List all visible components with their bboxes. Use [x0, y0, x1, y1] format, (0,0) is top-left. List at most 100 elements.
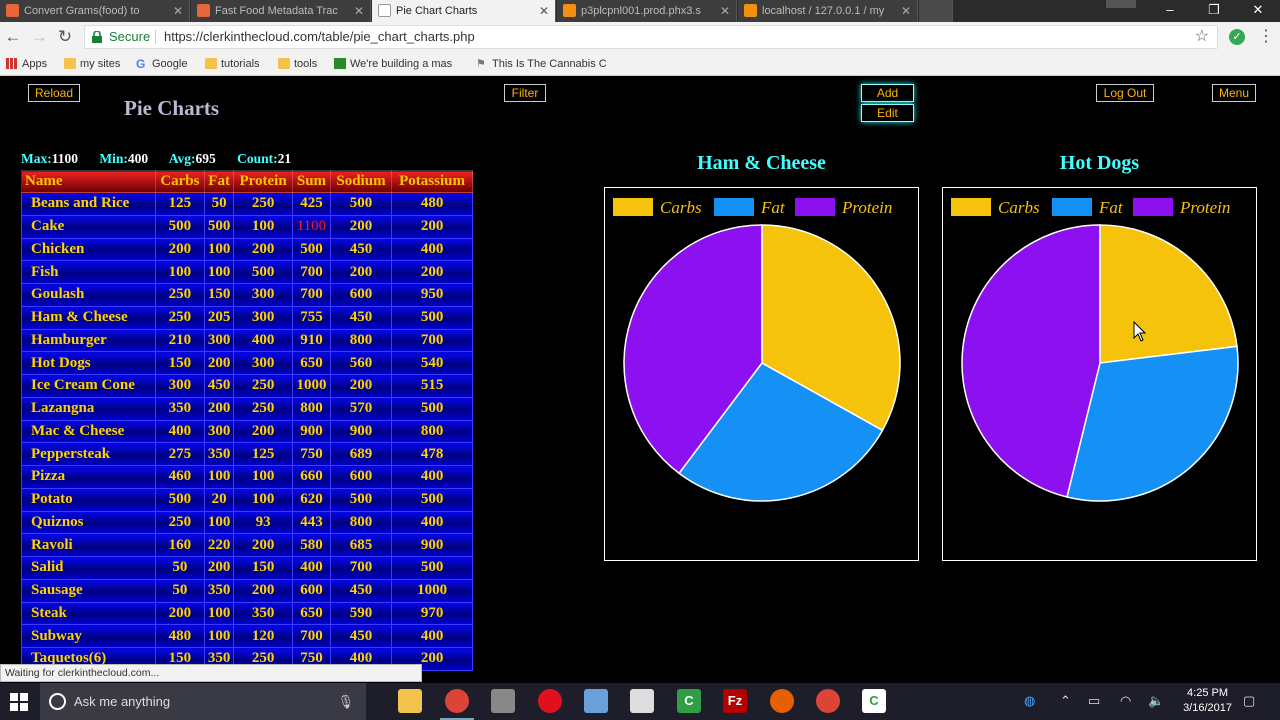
close-tab-icon[interactable]: ✕ — [539, 0, 549, 22]
column-header-name[interactable]: Name — [21, 170, 156, 193]
column-header-potassium[interactable]: Potassium — [391, 170, 473, 193]
value-cell: 500 — [391, 396, 473, 421]
tab-title: Fast Food Metadata Trac — [215, 5, 338, 17]
table-row[interactable]: Fish 100 100 500 700 200 200 — [21, 260, 473, 284]
value-cell: 250 — [233, 192, 294, 216]
action-center-icon[interactable]: ▢ — [1243, 693, 1255, 709]
close-tab-icon[interactable]: ✕ — [720, 0, 730, 22]
column-header-fat[interactable]: Fat — [204, 170, 235, 193]
bookmark-my-sites[interactable]: my sites — [64, 56, 120, 72]
add-button[interactable]: Add — [861, 84, 914, 102]
reload-button[interactable]: Reload — [28, 84, 80, 102]
table-row[interactable]: Hot Dogs 150 200 300 650 560 540 — [21, 351, 473, 375]
chrome-icon[interactable] — [445, 689, 469, 713]
pie-chart-ham-cheese[interactable]: Carbs Fat Protein — [604, 187, 919, 561]
column-header-sodium[interactable]: Sodium — [329, 170, 393, 193]
forward-arrow-icon[interactable]: → — [28, 26, 50, 48]
notification-app-icon[interactable]: ◍ — [1024, 693, 1035, 709]
table-row[interactable]: Sausage 50 350 200 600 450 1000 — [21, 578, 473, 603]
browser-tab-5[interactable]: localhost / 127.0.0.1 / my ✕ — [738, 0, 918, 22]
table-row[interactable]: Ravoli 160 220 200 580 685 900 — [21, 533, 473, 557]
column-header-protein[interactable]: Protein — [233, 170, 294, 193]
app-icon[interactable] — [630, 689, 654, 713]
table-row[interactable]: Ham & Cheese 250 205 300 755 450 500 — [21, 305, 473, 330]
close-tab-icon[interactable]: ✕ — [173, 0, 183, 22]
minimize-icon[interactable]: – — [1148, 0, 1192, 22]
table-row[interactable]: Beans and Rice 125 50 250 425 500 480 — [21, 192, 473, 216]
chrome-icon[interactable] — [816, 689, 840, 713]
table-row[interactable]: Lazangna 350 200 250 800 570 500 — [21, 396, 473, 421]
bookmark-google[interactable]: G Google — [136, 56, 187, 72]
table-row[interactable]: Subway 480 100 120 700 450 400 — [21, 624, 473, 648]
reload-icon[interactable]: ↻ — [54, 26, 76, 48]
secure-label: Secure — [109, 29, 151, 44]
battery-icon[interactable]: ▭ — [1088, 693, 1100, 709]
pie-slice-carbs[interactable] — [1099, 224, 1238, 364]
close-window-icon[interactable]: ✕ — [1236, 0, 1280, 22]
edit-button[interactable]: Edit — [861, 104, 914, 122]
microphone-icon[interactable]: 🎙 — [337, 683, 354, 720]
close-tab-icon[interactable]: ✕ — [901, 0, 911, 22]
bookmark-tools[interactable]: tools — [278, 56, 317, 72]
menu-button[interactable]: Menu — [1212, 84, 1256, 102]
browser-tab-2[interactable]: Fast Food Metadata Trac ✕ — [191, 0, 371, 22]
table-row[interactable]: Cake 500 500 100 1100 200 200 — [21, 214, 473, 239]
volume-icon[interactable]: 🔈 — [1148, 693, 1164, 709]
app-icon[interactable] — [491, 689, 515, 713]
table-row[interactable]: Peppersteak 275 350 125 750 689 478 — [21, 442, 473, 466]
address-bar[interactable]: Secure https://clerkinthecloud.com/table… — [84, 25, 1218, 49]
logout-button[interactable]: Log Out — [1096, 84, 1154, 102]
browser-tab-4[interactable]: p3plcpnl001.prod.phx3.s ✕ — [557, 0, 737, 22]
pie-chart-hot-dogs[interactable]: Carbs Fat Protein — [942, 187, 1257, 561]
windows-start-icon[interactable] — [10, 693, 28, 711]
taskbar-search-input[interactable]: Ask me anything 🎙 — [40, 683, 366, 720]
value-cell: 100 — [233, 214, 294, 239]
table-row[interactable]: Potato 500 20 100 620 500 500 — [21, 487, 473, 512]
close-tab-icon[interactable]: ✕ — [354, 0, 364, 22]
food-name-cell: Lazangna — [21, 396, 156, 421]
bookmark-cannabis[interactable]: ⚑ This Is The Cannabis C — [476, 56, 607, 72]
table-row[interactable]: Hamburger 210 300 400 910 800 700 — [21, 328, 473, 353]
column-header-carbs[interactable]: Carbs — [154, 170, 206, 193]
restore-icon[interactable]: ❐ — [1192, 0, 1236, 22]
value-cell: 100 — [154, 260, 206, 284]
table-row[interactable]: Salid 50 200 150 400 700 500 — [21, 556, 473, 580]
browser-tab-active[interactable]: Pie Chart Charts ✕ — [372, 0, 556, 22]
bookmark-star-icon[interactable]: ☆ — [1195, 26, 1209, 48]
cortana-icon — [49, 693, 66, 710]
filezilla-icon[interactable]: Fz — [723, 689, 747, 713]
table-row[interactable]: Chicken 200 100 200 500 450 400 — [21, 237, 473, 262]
new-tab-button[interactable] — [919, 0, 953, 22]
browser-tab-1[interactable]: Convert Grams(food) to ✕ — [0, 0, 190, 22]
app-icon[interactable] — [584, 689, 608, 713]
value-cell: 200 — [329, 374, 393, 398]
filter-button[interactable]: Filter — [504, 84, 546, 102]
table-row[interactable]: Mac & Cheese 400 300 200 900 900 800 — [21, 419, 473, 444]
menu-kebab-icon[interactable]: ⋮ — [1258, 26, 1274, 46]
bookmark-building[interactable]: We're building a mas — [334, 56, 452, 72]
wifi-icon[interactable]: ◠ — [1120, 693, 1131, 709]
table-row[interactable]: Ice Cream Cone 300 450 250 1000 200 515 — [21, 374, 473, 398]
firefox-icon[interactable] — [770, 689, 794, 713]
bookmark-tutorials[interactable]: tutorials — [205, 56, 260, 72]
user-profile-icon[interactable] — [1106, 0, 1136, 8]
column-header-sum[interactable]: Sum — [292, 170, 331, 193]
value-cell: 580 — [292, 533, 331, 557]
tray-chevron-icon[interactable]: ⌃ — [1060, 693, 1071, 709]
file-explorer-icon[interactable] — [398, 689, 422, 713]
bookmark-apps[interactable]: Apps — [6, 56, 47, 72]
table-row[interactable]: Steak 200 100 350 650 590 970 — [21, 601, 473, 626]
table-row[interactable]: Quiznos 250 100 93 443 800 400 — [21, 510, 473, 535]
taskbar-clock[interactable]: 4:25 PM 3/16/2017 — [1183, 686, 1232, 716]
table-row[interactable]: Pizza 460 100 100 660 600 400 — [21, 465, 473, 489]
back-arrow-icon[interactable]: ← — [2, 26, 24, 48]
value-cell: 450 — [204, 374, 235, 398]
value-cell: 650 — [292, 351, 331, 375]
value-cell: 700 — [329, 556, 393, 580]
value-cell: 250 — [154, 283, 206, 307]
table-row[interactable]: Goulash 250 150 300 700 600 950 — [21, 283, 473, 307]
app-icon[interactable]: C — [677, 689, 701, 713]
opera-icon[interactable] — [538, 689, 562, 713]
app-icon[interactable]: C — [862, 689, 886, 713]
extension-check-icon[interactable]: ✓ — [1229, 29, 1245, 45]
